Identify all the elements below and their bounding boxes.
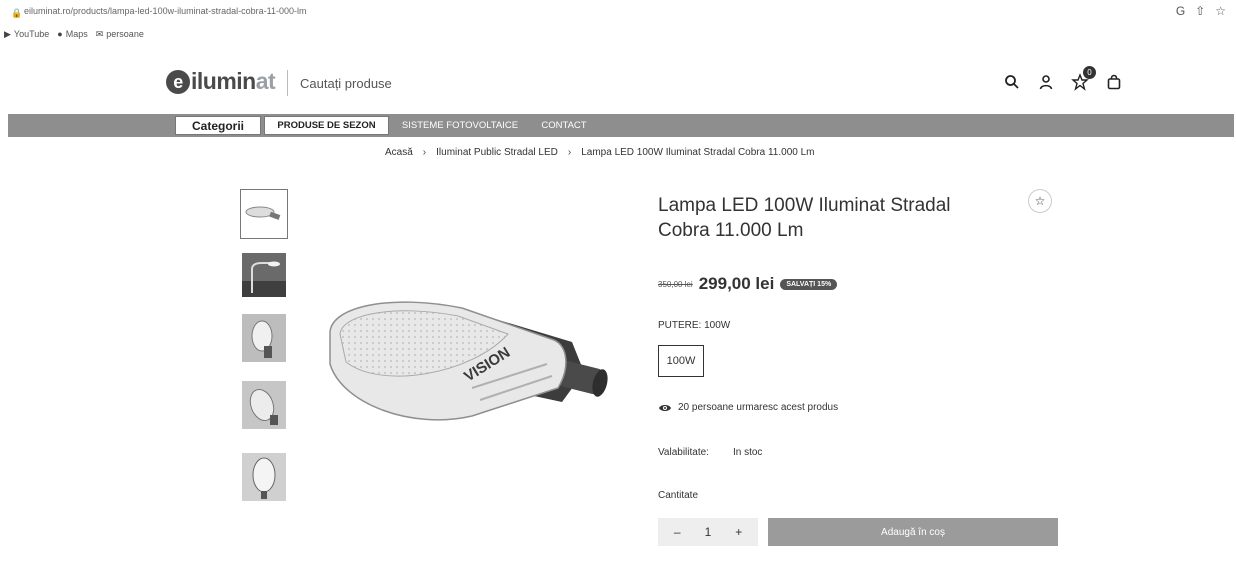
gallery-thumbnail-2[interactable] [240,250,288,300]
quantity-stepper: – 1 + [658,518,758,546]
site-header: e iluminat 0 [0,60,1236,104]
url-text[interactable]: eiluminat.ro/products/lampa-led-100w-ilu… [24,6,306,16]
bookmark-label: persoane [106,29,144,39]
site-logo[interactable]: e ilumin at [166,68,276,95]
power-attribute-label: PUTERE: 100W [658,320,731,331]
watchers-info: 20 persoane urmaresc acest produs [658,402,838,413]
search-input[interactable] [288,70,987,96]
gallery-thumbnail-5[interactable] [240,452,288,502]
cart-bag-icon[interactable] [1104,72,1124,92]
breadcrumb-current: Lampa LED 100W Iluminat Stradal Cobra 11… [581,147,815,158]
map-pin-icon: ● [57,29,63,39]
availability-row: Valabilitate: In stoc [658,447,762,458]
nav-contact[interactable]: CONTACT [534,116,594,135]
logo-text-accent: at [255,68,276,94]
discount-badge: SALVAȚI 15% [780,278,838,290]
browser-address-bar[interactable]: 🔒 eiluminat.ro/products/lampa-led-100w-i… [0,0,1236,24]
chevron-right-icon: › [422,147,427,158]
product-title: Lampa LED 100W Iluminat Stradal Cobra 11… [658,195,951,241]
price-block: 350,00 lei 299,00 lei SALVAȚI 15% [658,274,838,294]
increase-quantity-button[interactable]: + [728,525,750,539]
bookmark-label: YouTube [13,29,50,39]
old-price: 350,00 lei [658,279,693,289]
nav-categories[interactable]: Categorii [175,116,261,135]
availability-label: Valabilitate: [658,447,709,458]
breadcrumb-home[interactable]: Acasă [385,147,413,158]
add-to-wishlist-button[interactable]: ☆ [1028,189,1052,213]
account-icon[interactable] [1036,72,1056,92]
bookmark-label: Maps [65,29,88,39]
eye-icon [659,404,671,411]
logo-text: ilumin [191,68,256,94]
current-price: 299,00 lei [698,274,775,293]
decrease-quantity-button[interactable]: – [666,525,688,539]
watchers-text: 20 persoane urmaresc acest produs [678,402,839,413]
star-bookmark-icon[interactable]: ☆ [1215,4,1226,18]
search-box [287,70,987,96]
variant-option-100w[interactable]: 100W [658,345,704,377]
gallery-thumbnail-3[interactable] [240,313,288,363]
bookmark-persoane[interactable]: ✉ persoane [96,29,144,40]
wishlist-icon[interactable]: 0 [1070,66,1096,92]
star-icon: ☆ [1034,194,1046,208]
breadcrumb: Acasă › Iluminat Public Stradal LED › La… [385,147,815,158]
wishlist-count-badge: 0 [1083,66,1096,79]
bookmark-maps[interactable]: ● Maps [57,29,87,39]
google-icon[interactable]: G [1176,4,1185,18]
chevron-right-icon: › [567,147,572,158]
search-icon[interactable] [1002,72,1022,92]
mail-icon: ✉ [95,28,104,39]
add-to-cart-button[interactable]: Adaugă în coș [768,518,1058,546]
quantity-value[interactable]: 1 [705,525,712,539]
nav-produse-de-sezon[interactable]: PRODUSE DE SEZON [264,116,389,135]
bookmarks-bar: ▶ YouTube ● Maps ✉ persoane [0,26,144,42]
main-navigation: Categorii PRODUSE DE SEZON SISTEME FOTOV… [8,114,1234,137]
gallery-thumbnail-4[interactable] [240,380,288,430]
logo-e-icon: e [166,69,190,94]
header-actions: 0 [1002,66,1124,92]
gallery-thumbnail-1[interactable] [240,189,288,239]
youtube-icon: ▶ [4,28,11,39]
share-icon[interactable]: ⇧ [1195,4,1205,18]
quantity-label: Cantitate [658,490,699,501]
browser-actions: G ⇧ ☆ [1176,4,1226,18]
availability-value: In stoc [732,447,763,458]
nav-sisteme-fotovoltaice[interactable]: SISTEME FOTOVOLTAICE [394,116,526,135]
lock-icon: 🔒 [11,8,23,18]
bookmark-youtube[interactable]: ▶ YouTube [4,29,49,40]
product-main-image[interactable]: VISION [322,292,612,442]
breadcrumb-category[interactable]: Iluminat Public Stradal LED [436,147,558,158]
